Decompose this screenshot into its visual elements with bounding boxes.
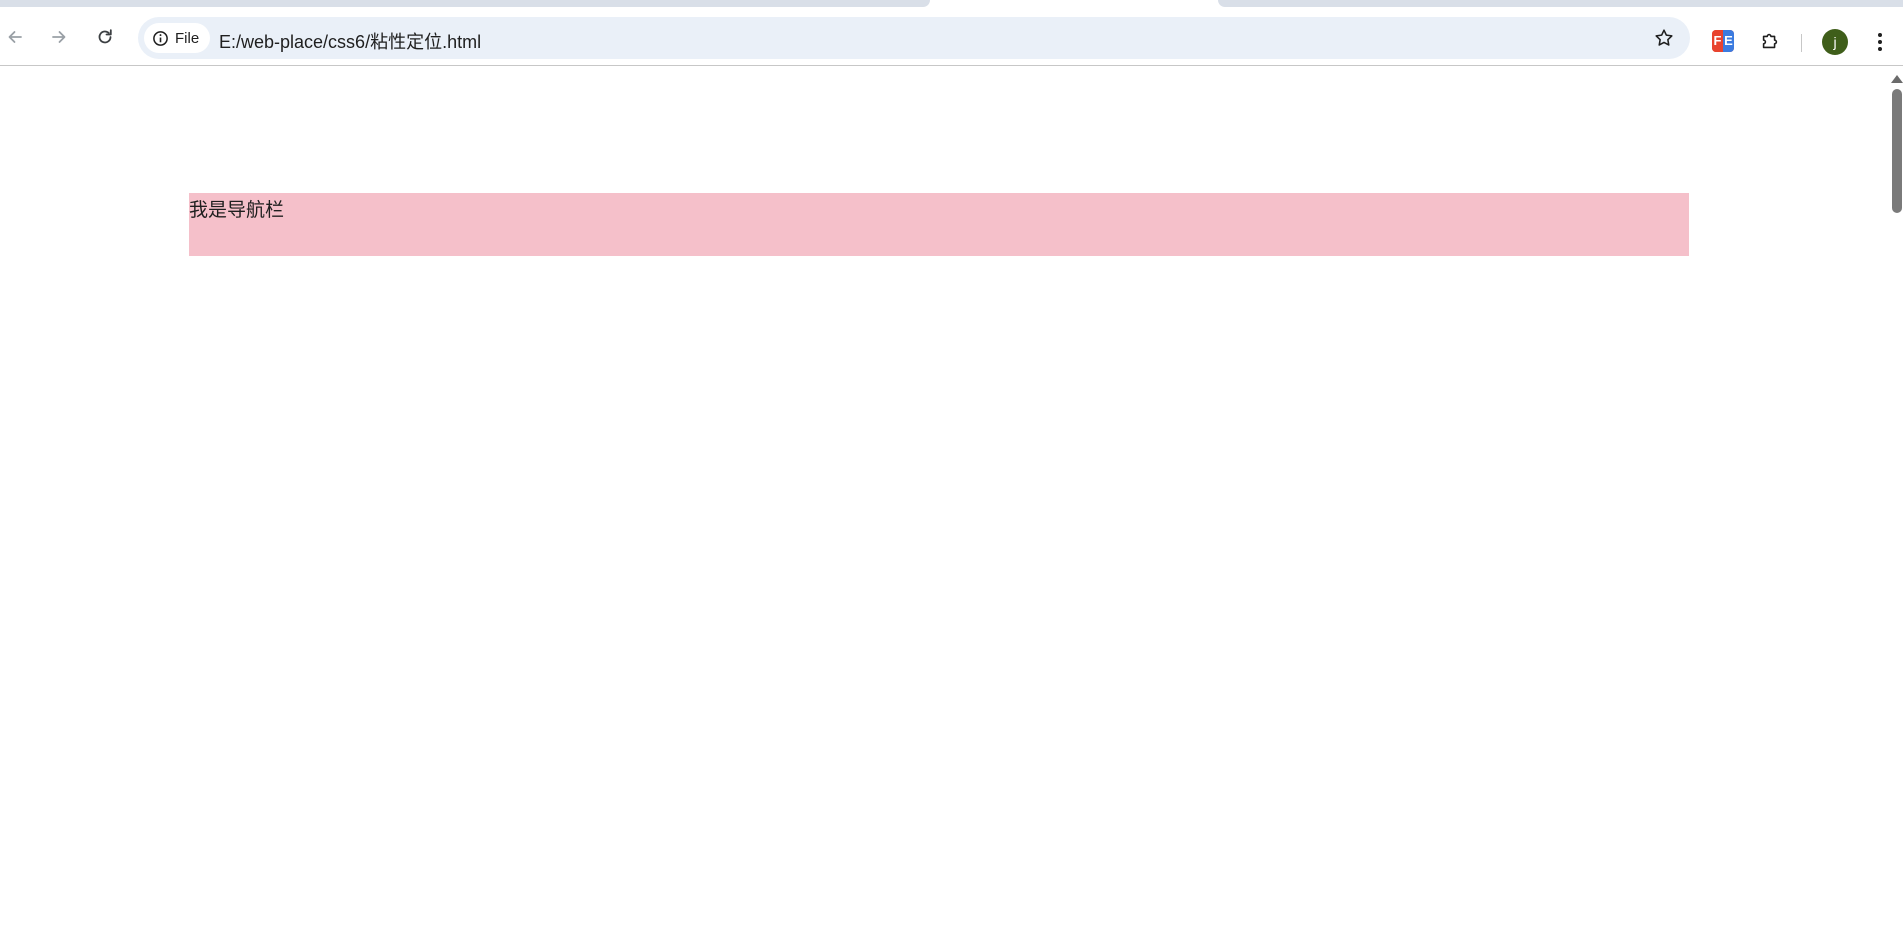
inactive-tab-right[interactable]: [1218, 0, 1903, 7]
profile-avatar[interactable]: j: [1822, 29, 1848, 55]
bookmark-button[interactable]: [1652, 26, 1676, 50]
scroll-up-arrow-icon[interactable]: [1891, 75, 1903, 83]
browser-menu-button[interactable]: [1868, 28, 1892, 56]
tab-strip: [0, 0, 1903, 8]
arrow-left-icon: [8, 31, 22, 43]
vertical-scrollbar[interactable]: [1888, 67, 1903, 936]
info-icon: [153, 30, 168, 46]
page-viewport: 我是导航栏: [0, 67, 1903, 936]
kebab-menu-icon: [1878, 33, 1882, 51]
reload-button[interactable]: [88, 20, 122, 54]
arrow-right-icon: [52, 31, 66, 43]
reload-icon: [98, 29, 112, 44]
site-info-chip[interactable]: File: [144, 23, 210, 53]
url-text[interactable]: E:/web-place/css6/粘性定位.html: [219, 28, 481, 54]
fe-extension-letter-e: E: [1723, 30, 1734, 52]
inactive-tab-left[interactable]: [0, 0, 930, 7]
fe-extension-letter-f: F: [1712, 30, 1723, 52]
browser-toolbar: File E:/web-place/css6/粘性定位.html F E j: [0, 8, 1903, 66]
fe-extension-icon[interactable]: F E: [1712, 30, 1734, 52]
toolbar-divider: [1801, 34, 1802, 52]
puzzle-icon: [1762, 33, 1778, 49]
active-tab[interactable]: [930, 0, 1218, 8]
forward-button[interactable]: [42, 20, 76, 54]
sticky-navbar: 我是导航栏: [189, 193, 1689, 256]
scrollbar-thumb[interactable]: [1892, 89, 1902, 213]
back-button[interactable]: [0, 20, 32, 54]
address-bar[interactable]: File E:/web-place/css6/粘性定位.html: [138, 17, 1690, 59]
site-info-label: File: [175, 29, 200, 47]
extensions-button[interactable]: [1757, 28, 1783, 54]
star-icon: [1655, 29, 1673, 46]
